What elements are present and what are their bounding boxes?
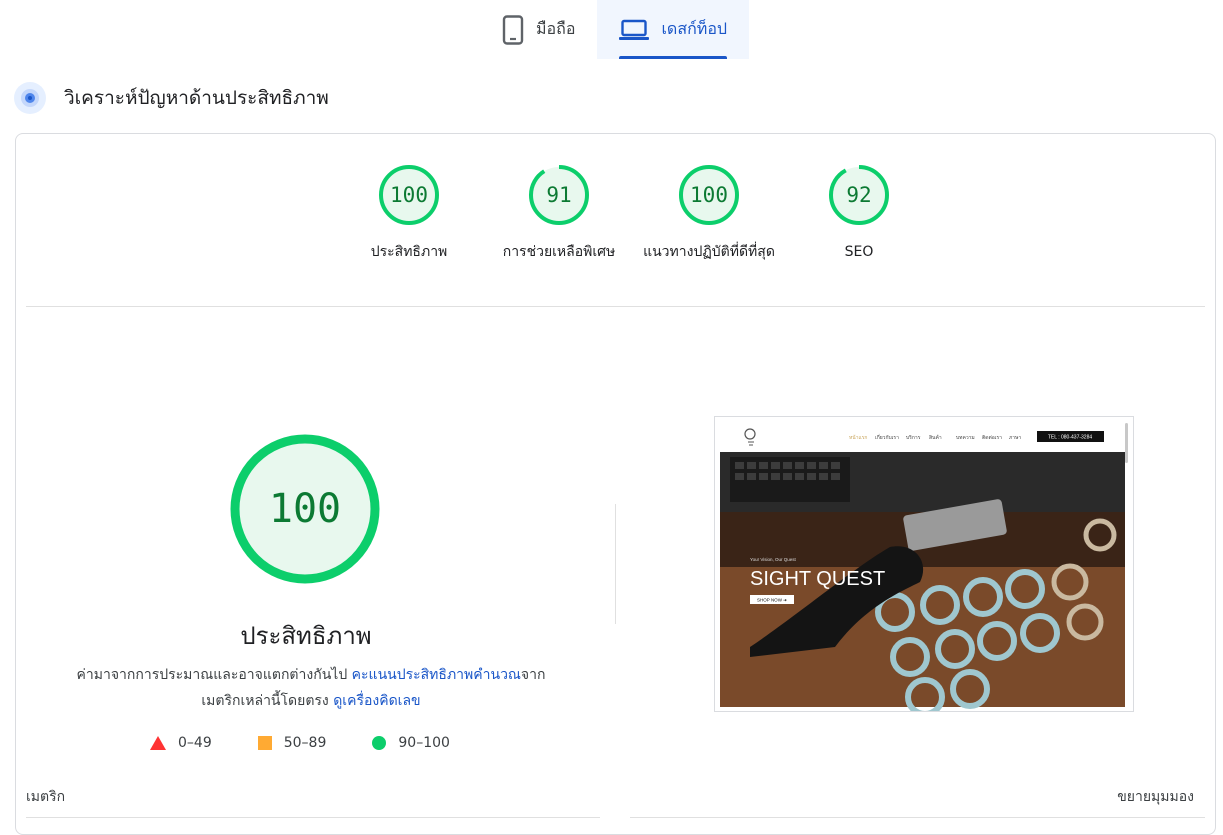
metrics-heading: เมตริก: [26, 789, 66, 805]
device-tabs: มือถือ เดสก์ท็อป: [480, 0, 750, 59]
gauge-ring: 100: [379, 165, 439, 225]
laptop-icon: [619, 19, 650, 41]
tab-desktop-label: เดสก์ท็อป: [661, 19, 728, 38]
report-card: 100 ประสิทธิภาพ 91 การช่วยเหลือพิเศษ 100 แนวท…: [15, 133, 1216, 835]
section-title: วิเคราะห์ปัญหาด้านประสิทธิภาพ: [64, 87, 329, 109]
legend-average-range: 50–89: [283, 735, 327, 751]
performance-main-gauge: 100: [230, 434, 380, 588]
score-calc-link[interactable]: คะแนนประสิทธิภาพคำนวณ: [352, 667, 521, 683]
gauge-label: SEO: [844, 244, 874, 260]
screenshot-tagline: Your Vision, Our Quest: [750, 557, 797, 562]
screenshot-scrollbar: [1125, 423, 1128, 463]
gauge-score: 91: [546, 183, 571, 207]
gauge-ring: 91: [529, 165, 589, 225]
tab-desktop[interactable]: เดสก์ท็อป: [597, 0, 750, 59]
legend-fail: 0–49: [150, 735, 212, 751]
screenshot-nav-language: ภาษา: [1009, 435, 1021, 441]
page-screenshot: หน้าแรก เกี่ยวกับเรา บริการ สินค้า บทควา…: [714, 416, 1134, 712]
smartphone-icon: [502, 14, 524, 45]
gauge-summary: 100 ประสิทธิภาพ 91 การช่วยเหลือพิเศษ 100 แนวท…: [334, 164, 934, 265]
gauge-score: 92: [846, 183, 871, 207]
screenshot-nav-products: สินค้า: [929, 434, 942, 441]
screenshot-shop-label: SHOP NOW ➜: [757, 598, 787, 603]
gauge-1[interactable]: 91 การช่วยเหลือพิเศษ: [484, 164, 634, 265]
gauge-score: 100: [690, 183, 728, 207]
screenshot-phone: TEL : 080-437-3284: [1048, 435, 1093, 441]
tab-mobile[interactable]: มือถือ: [480, 0, 597, 59]
gauge-label: การช่วยเหลือพิเศษ: [502, 244, 616, 260]
circle-icon: [372, 736, 387, 750]
gauge-score: 100: [390, 183, 428, 207]
screenshot-headline: SIGHT QUEST: [750, 568, 885, 590]
pulse-icon: [14, 82, 46, 114]
tab-mobile-label: มือถือ: [536, 19, 576, 38]
screenshot-nav-about: เกี่ยวกับเรา: [875, 434, 899, 441]
performance-title: ประสิทธิภาพ: [240, 622, 372, 650]
gauge-3[interactable]: 92 SEO: [784, 164, 934, 265]
vertical-divider: [615, 504, 616, 624]
screenshot-nav-services: บริการ: [906, 434, 921, 441]
desc-prefix: ค่ามาจากการประมาณและอาจแตกต่างกันไป: [76, 667, 352, 683]
legend-fail-range: 0–49: [178, 735, 212, 751]
score-description: ค่ามาจากการประมาณและอาจแตกต่างกันไป คะแน…: [61, 662, 561, 714]
gauge-0[interactable]: 100 ประสิทธิภาพ: [334, 164, 484, 265]
score-legend: 0–49 50–89 90–100: [150, 735, 496, 751]
screenshot-nav-home: หน้าแรก: [849, 434, 867, 441]
main-score: 100: [269, 486, 341, 532]
gauge-label: แนวทางปฏิบัติที่ดีที่สุด: [643, 244, 775, 260]
expand-view-toggle[interactable]: ขยายมุมมอง: [1117, 786, 1194, 808]
active-tab-indicator: [619, 56, 728, 59]
section-header: วิเคราะห์ปัญหาด้านประสิทธิภาพ: [14, 82, 329, 114]
square-icon: [257, 736, 272, 750]
screenshot-nav-contact: ติดต่อเรา: [982, 434, 1002, 441]
triangle-icon: [150, 736, 166, 750]
legend-average: 50–89: [257, 735, 327, 751]
screenshot-nav-articles: บทความ: [956, 435, 975, 441]
gauge-ring: 100: [679, 165, 739, 225]
gauge-label: ประสิทธิภาพ: [370, 244, 448, 260]
legend-pass: 90–100: [372, 735, 450, 751]
gauge-ring: 92: [829, 165, 889, 225]
gauge-2[interactable]: 100 แนวทางปฏิบัติที่ดีที่สุด: [634, 164, 784, 265]
legend-pass-range: 90–100: [398, 735, 450, 751]
gauge-divider: [26, 306, 1205, 307]
calculator-link[interactable]: ดูเครื่องคิดเลข: [333, 693, 420, 709]
